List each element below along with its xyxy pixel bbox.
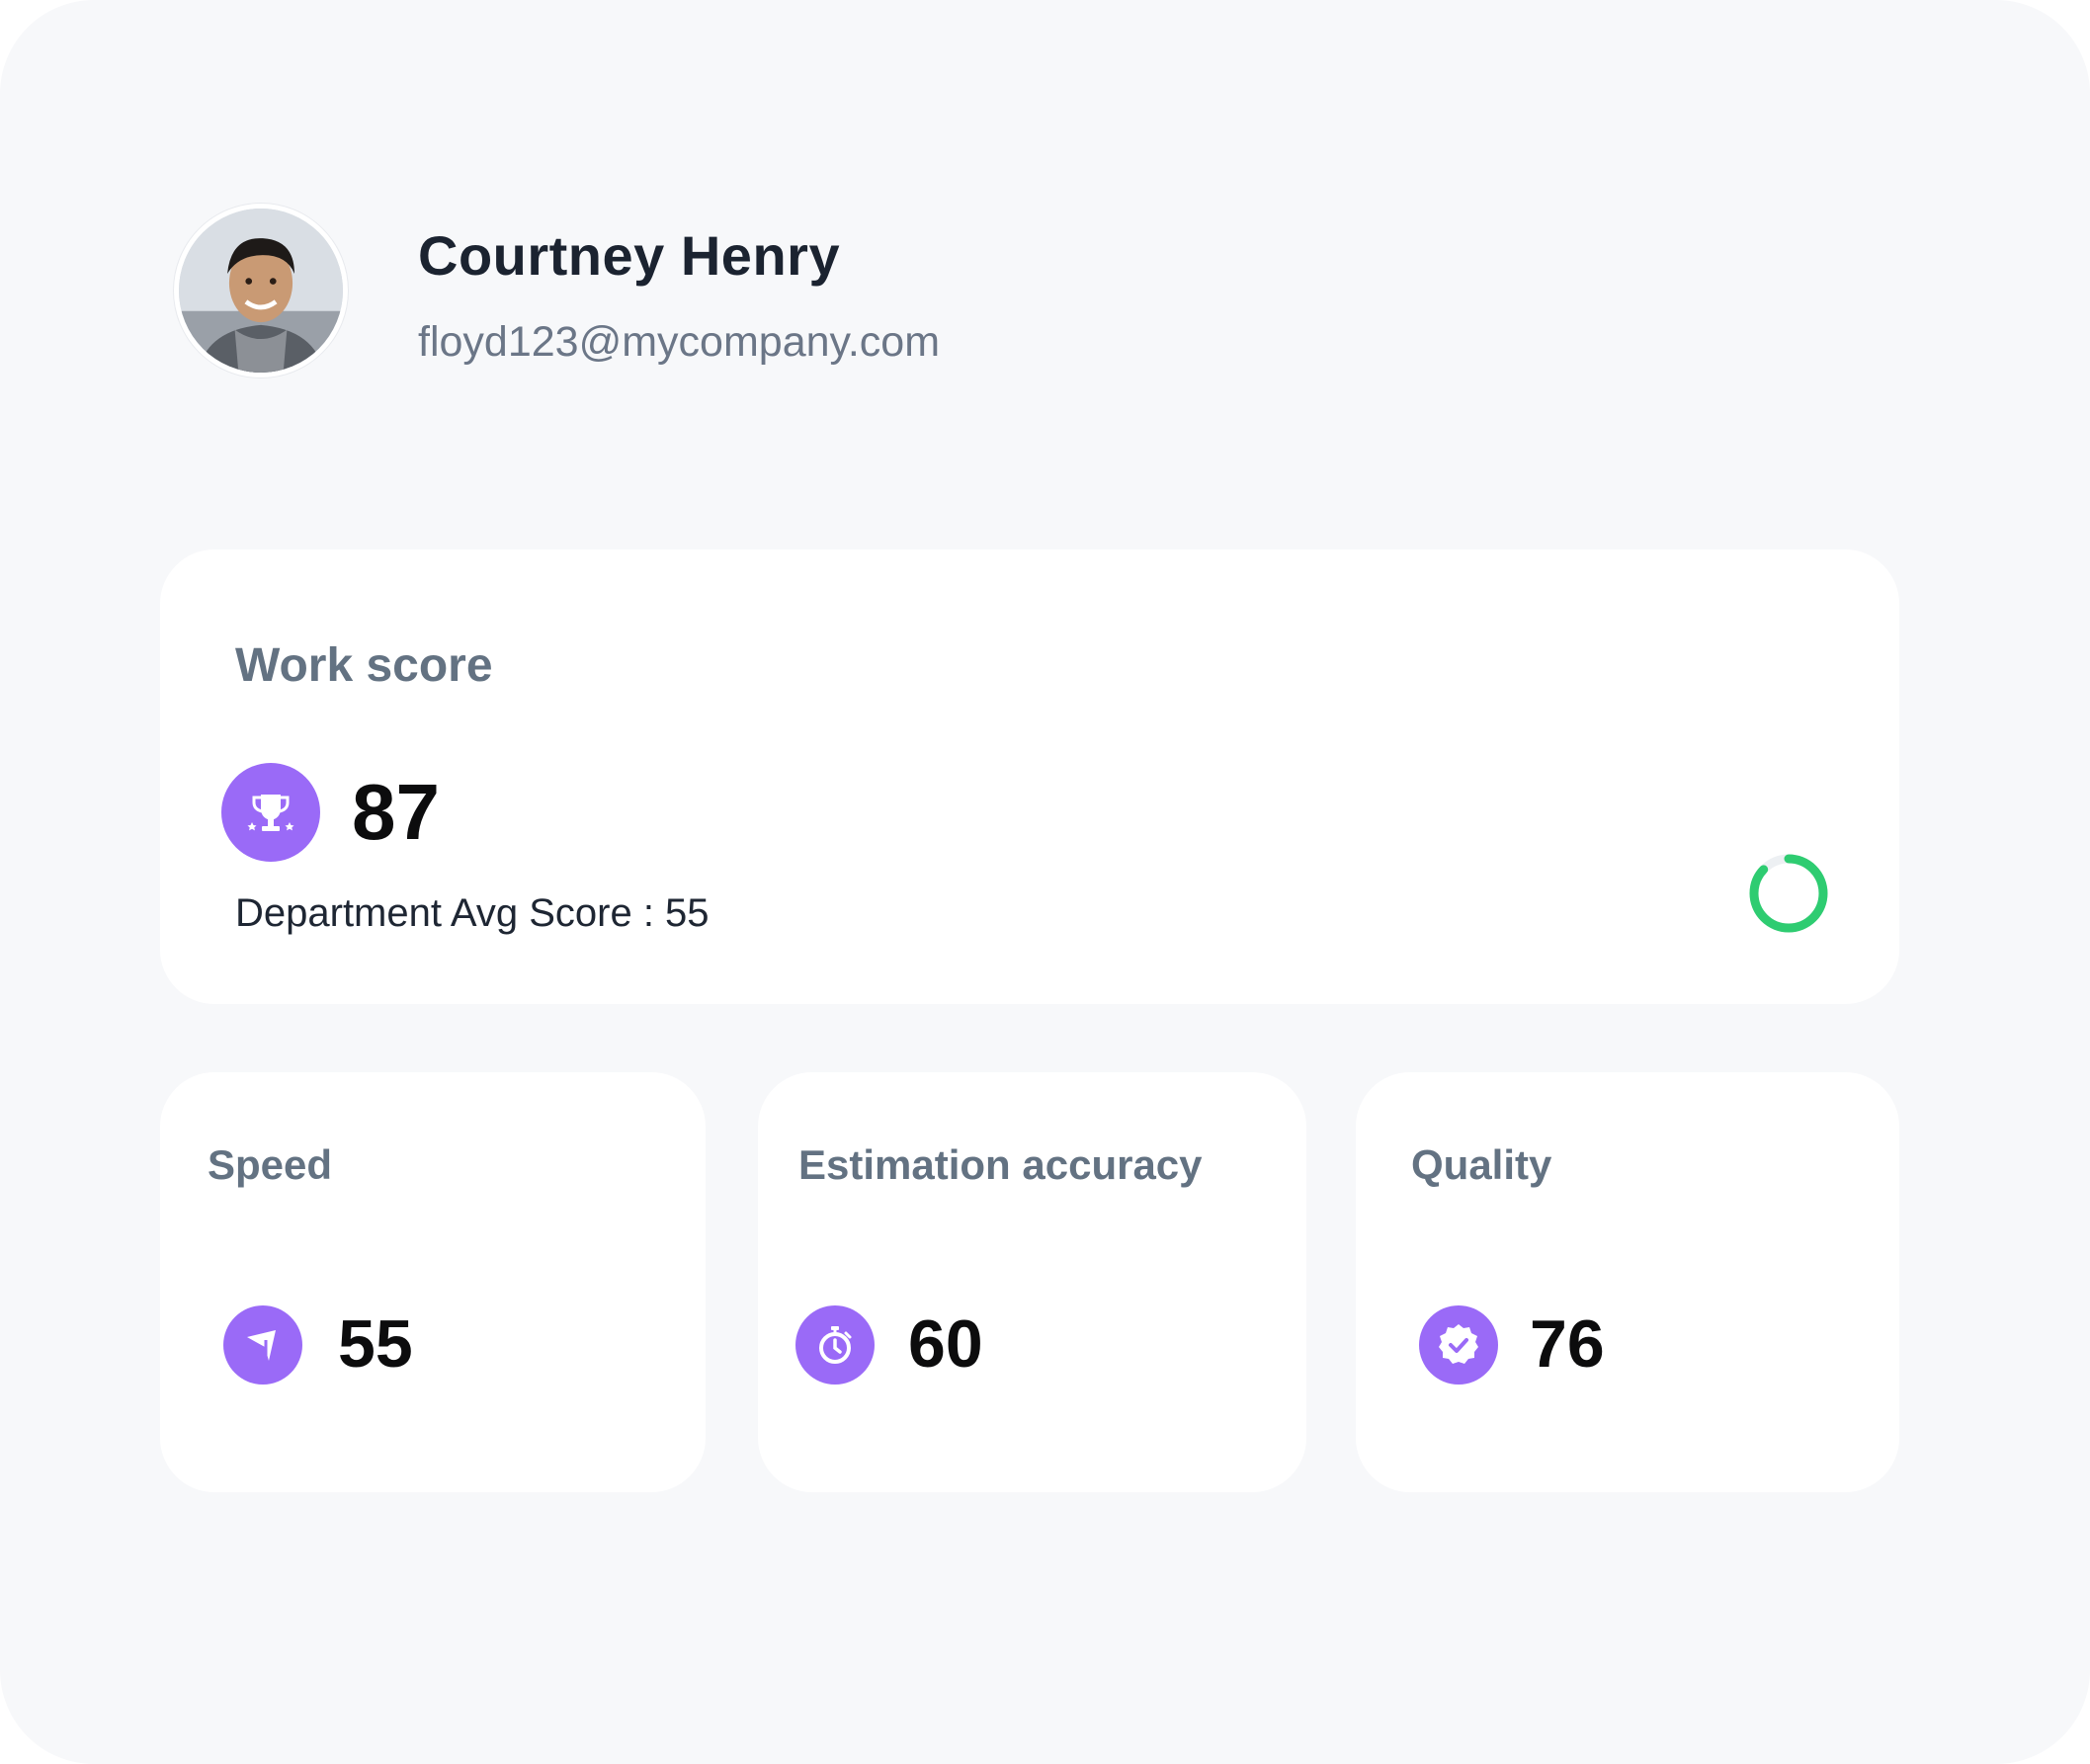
- estimation-accuracy-value: 60: [908, 1306, 983, 1382]
- profile-card-frame: Courtney Henry floyd123@mycompany.com Wo…: [0, 0, 2090, 1764]
- quality-value: 76: [1530, 1306, 1605, 1382]
- work-score-value: 87: [352, 768, 440, 856]
- user-email[interactable]: floyd123@mycompany.com: [418, 318, 940, 367]
- department-avg-score: Department Avg Score : 55: [235, 891, 710, 935]
- stopwatch-icon: [795, 1305, 875, 1385]
- estimation-accuracy-card[interactable]: Estimation accuracy 60: [758, 1072, 1306, 1492]
- speed-arrow-icon: [223, 1305, 302, 1385]
- quality-title: Quality: [1411, 1141, 1552, 1188]
- work-score-title: Work score: [235, 639, 493, 692]
- speed-card[interactable]: Speed 55: [160, 1072, 706, 1492]
- work-score-progress-ring: [1749, 854, 1828, 933]
- avatar-photo: [179, 209, 343, 373]
- quality-card[interactable]: Quality 76: [1356, 1072, 1899, 1492]
- work-score-card: Work score 87 Department Avg Score : 55: [160, 549, 1899, 1004]
- user-name: Courtney Henry: [418, 224, 841, 287]
- work-score-progress-arc: [1749, 854, 1828, 933]
- speed-title: Speed: [208, 1141, 333, 1188]
- trophy-icon: [221, 763, 320, 862]
- verified-badge-icon: [1419, 1305, 1498, 1385]
- avatar[interactable]: [174, 204, 348, 378]
- estimation-accuracy-title: Estimation accuracy: [798, 1141, 1203, 1188]
- speed-value: 55: [338, 1306, 413, 1382]
